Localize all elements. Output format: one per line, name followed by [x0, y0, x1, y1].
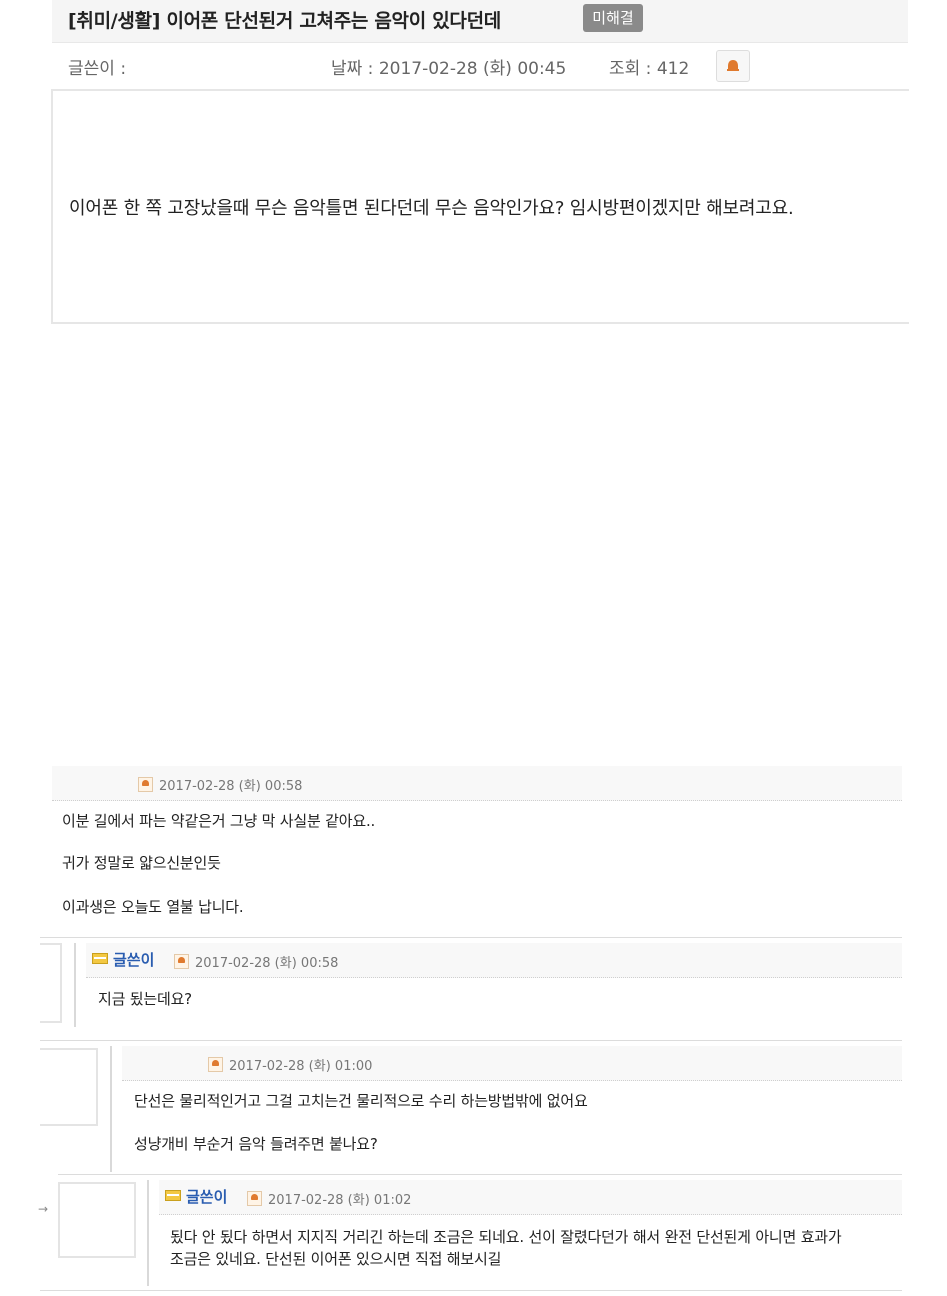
author-badge-icon: [165, 1190, 181, 1201]
post-title: [취미/생활] 이어폰 단선된거 고쳐주는 음악이 있다던데: [68, 10, 501, 32]
divider: [40, 1290, 902, 1291]
post-content: 이어폰 한 쪽 고장났을때 무슨 음악틀면 된다던데 무슨 음악인가요? 임시방…: [51, 89, 909, 324]
comment-text: 성냥개비 부순거 음악 들려주면 붙나요?: [134, 1135, 378, 1153]
post-title-bar: [취미/생활] 이어폰 단선된거 고쳐주는 음악이 있다던데 미해결: [52, 0, 908, 43]
status-badge: 미해결: [583, 4, 643, 32]
reply-arrow-icon: →: [38, 1202, 49, 1216]
author-label: 글쓴이 :: [68, 59, 127, 79]
bell-icon[interactable]: [208, 1057, 223, 1072]
comment-date: 2017-02-28 (화) 01:00: [229, 1059, 373, 1074]
comment-text: 귀가 정말로 얇으신분인듯: [62, 854, 221, 872]
reply-line: [147, 1180, 149, 1286]
divider: [40, 937, 902, 938]
comment-header: 글쓴이 2017-02-28 (화) 01:02: [159, 1180, 902, 1215]
comment-author[interactable]: 글쓴이: [113, 951, 154, 969]
comment-text: 됬다 안 됬다 하면서 지지직 거리긴 하는데 조금은 되네요. 선이 잘렸다던…: [170, 1228, 842, 1246]
comment-text: 지금 됬는데요?: [98, 990, 192, 1008]
comment-date: 2017-02-28 (화) 00:58: [195, 956, 339, 971]
bell-icon: [727, 60, 739, 71]
comment-header: 글쓴이 2017-02-28 (화) 00:58: [86, 943, 902, 978]
reply-line: [110, 1046, 112, 1172]
divider: [58, 1174, 902, 1175]
divider: [40, 1040, 902, 1041]
comment-date: 2017-02-28 (화) 00:58: [159, 779, 303, 794]
bell-icon[interactable]: [247, 1191, 262, 1206]
report-button[interactable]: [716, 50, 750, 82]
avatar: [40, 943, 62, 1023]
author-badge-icon: [92, 953, 108, 964]
comment-header: 2017-02-28 (화) 01:00: [122, 1046, 902, 1081]
comment-header: 2017-02-28 (화) 00:58: [52, 766, 902, 801]
comment-text: 조금은 있네요. 단선된 이어폰 있으시면 직접 해보시길: [170, 1250, 502, 1268]
reply-line: [74, 943, 76, 1027]
comment-list: 2017-02-28 (화) 00:58 이분 길에서 파는 약같은거 그냥 막…: [0, 760, 947, 1296]
post-meta: 글쓴이 : 날짜 : 2017-02-28 (화) 00:45 조회 : 412: [52, 44, 908, 88]
bell-icon[interactable]: [174, 954, 189, 969]
comment-text: 단선은 물리적인거고 그걸 고치는건 물리적으로 수리 하는방법밖에 없어요: [134, 1092, 588, 1110]
comment-text: 이과생은 오늘도 열불 납니다.: [62, 898, 244, 916]
avatar: [40, 1048, 98, 1126]
avatar: [58, 1182, 136, 1258]
post-date: 날짜 : 2017-02-28 (화) 00:45: [331, 59, 567, 79]
comment-text: 이분 길에서 파는 약같은거 그냥 막 사실분 같아요..: [62, 812, 376, 830]
comment-author[interactable]: 글쓴이: [186, 1188, 227, 1206]
view-count: 조회 : 412: [609, 59, 690, 79]
post-body: 이어폰 한 쪽 고장났을때 무슨 음악틀면 된다던데 무슨 음악인가요? 임시방…: [69, 198, 794, 219]
comment-date: 2017-02-28 (화) 01:02: [268, 1193, 412, 1208]
bell-icon[interactable]: [138, 777, 153, 792]
